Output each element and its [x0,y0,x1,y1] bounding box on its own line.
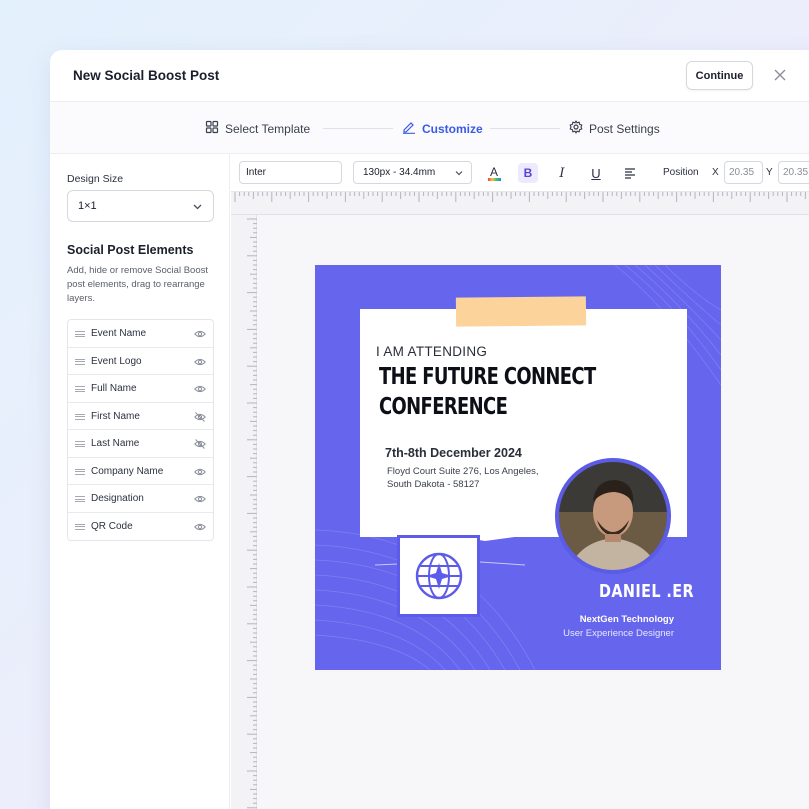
list-item[interactable]: Company Name [68,458,213,485]
design-canvas[interactable]: I AM ATTENDING THE FUTURE CONNECT CONFER… [257,215,809,809]
new-post-modal: New Social Boost Post Continue Select Te… [50,50,809,809]
eye-icon[interactable] [194,356,206,368]
event-name[interactable]: THE FUTURE CONNECT CONFERENCE [379,362,629,422]
list-item[interactable]: Full Name [68,375,213,403]
event-date[interactable]: 7th-8th December 2024 [385,446,522,460]
vertical-ruler [231,215,257,809]
step-post-settings[interactable]: Post Settings [569,120,660,137]
font-family-input[interactable]: Inter [239,161,342,184]
event-logo[interactable] [397,535,480,617]
text-toolbar: Inter 130px - 34.4mm A B I U Position X … [231,154,809,191]
modal-header: New Social Boost Post Continue [50,50,809,102]
list-item[interactable]: QR Code [68,513,213,541]
italic-button[interactable]: I [552,163,572,183]
step-connector [490,128,560,129]
company-name[interactable]: NextGen Technology [580,614,674,625]
stepper: Select Template Customize Post Settings [50,102,809,154]
list-item[interactable]: Event Name [68,320,213,348]
attending-text[interactable]: I AM ATTENDING [376,344,487,359]
step-customize[interactable]: Customize [402,120,483,137]
event-address[interactable]: Floyd Court Suite 276, Los Angeles, Sout… [387,465,567,491]
event-name-line: CONFERENCE [379,394,508,420]
element-label: Company Name [91,465,164,477]
font-size-value: 130px - 34.4mm [363,167,436,178]
design-size-value: 1×1 [78,200,97,212]
modal-title: New Social Boost Post [73,68,220,83]
step-label: Select Template [225,121,311,136]
elements-list: Event Name Event Logo Full Name First Na… [67,319,214,541]
element-label: Designation [91,493,144,504]
designation[interactable]: User Experience Designer [563,628,674,639]
x-position-input[interactable]: 20.35 [724,161,763,184]
drag-handle-icon[interactable] [75,496,85,502]
eye-off-icon[interactable] [194,411,206,423]
ruler-ticks [247,218,257,809]
element-label: Full Name [91,383,137,394]
eye-icon[interactable] [194,383,206,395]
list-item[interactable]: Event Logo [68,348,213,375]
address-line: South Dakota - 58127 [387,479,480,490]
element-label: Event Logo [91,355,142,367]
tape-decoration [455,296,587,327]
x-label: X [712,167,719,178]
drag-handle-icon[interactable] [75,441,85,447]
drag-handle-icon[interactable] [75,358,85,365]
address-line: Floyd Court Suite 276, Los Angeles, [387,466,539,477]
drag-handle-icon[interactable] [75,331,85,337]
drag-handle-icon[interactable] [75,468,85,475]
element-label: QR Code [91,520,133,532]
elements-sidebar: Design Size 1×1 Social Post Elements Add… [50,154,230,809]
bold-button[interactable]: B [518,163,538,183]
step-label: Customize [422,121,483,136]
avatar[interactable] [555,458,671,574]
elements-heading: Social Post Elements [67,243,194,257]
font-size-select[interactable]: 130px - 34.4mm [353,161,472,184]
grid-icon [205,120,219,137]
eye-off-icon[interactable] [194,438,206,450]
eye-icon[interactable] [194,466,206,478]
eye-icon[interactable] [194,493,206,505]
y-position-input[interactable]: 20.35 [778,161,809,184]
y-label: Y [766,167,773,178]
step-connector [323,128,393,129]
full-name[interactable]: DANIEL .ER [599,581,694,602]
text-color-icon: A [489,164,498,179]
drag-handle-icon[interactable] [75,413,85,420]
continue-button[interactable]: Continue [686,61,753,90]
profile-photo [559,462,667,570]
element-label: Event Name [91,328,147,339]
globe-icon [415,552,462,600]
list-item[interactable]: Last Name [68,430,213,458]
pen-icon [402,120,416,137]
color-bar [487,177,501,181]
element-label: Last Name [91,438,140,449]
position-label: Position [663,167,699,178]
underline-button[interactable]: U [586,163,606,183]
event-name-line: THE FUTURE CONNECT [379,364,596,390]
ruler-ticks [234,192,806,202]
horizontal-ruler [231,191,809,215]
eye-icon[interactable] [194,328,206,340]
design-size-label: Design Size [67,173,124,185]
social-post-preview[interactable]: I AM ATTENDING THE FUTURE CONNECT CONFER… [315,265,721,670]
list-item[interactable]: Designation [68,485,213,513]
close-icon[interactable] [772,67,788,83]
chevron-down-icon [454,168,464,178]
element-label: First Name [91,410,140,422]
gear-icon [569,120,583,137]
elements-description: Add, hide or remove Social Boost post el… [67,265,208,304]
drag-handle-icon[interactable] [75,523,85,530]
step-select-template[interactable]: Select Template [205,120,310,137]
design-size-select[interactable]: 1×1 [67,190,214,222]
text-color-button[interactable]: A [484,163,504,183]
eye-icon[interactable] [194,521,206,533]
step-label: Post Settings [589,121,660,136]
list-item[interactable]: First Name [68,403,213,430]
align-left-icon[interactable] [620,163,640,183]
drag-handle-icon[interactable] [75,386,85,392]
chevron-down-icon [192,201,203,212]
